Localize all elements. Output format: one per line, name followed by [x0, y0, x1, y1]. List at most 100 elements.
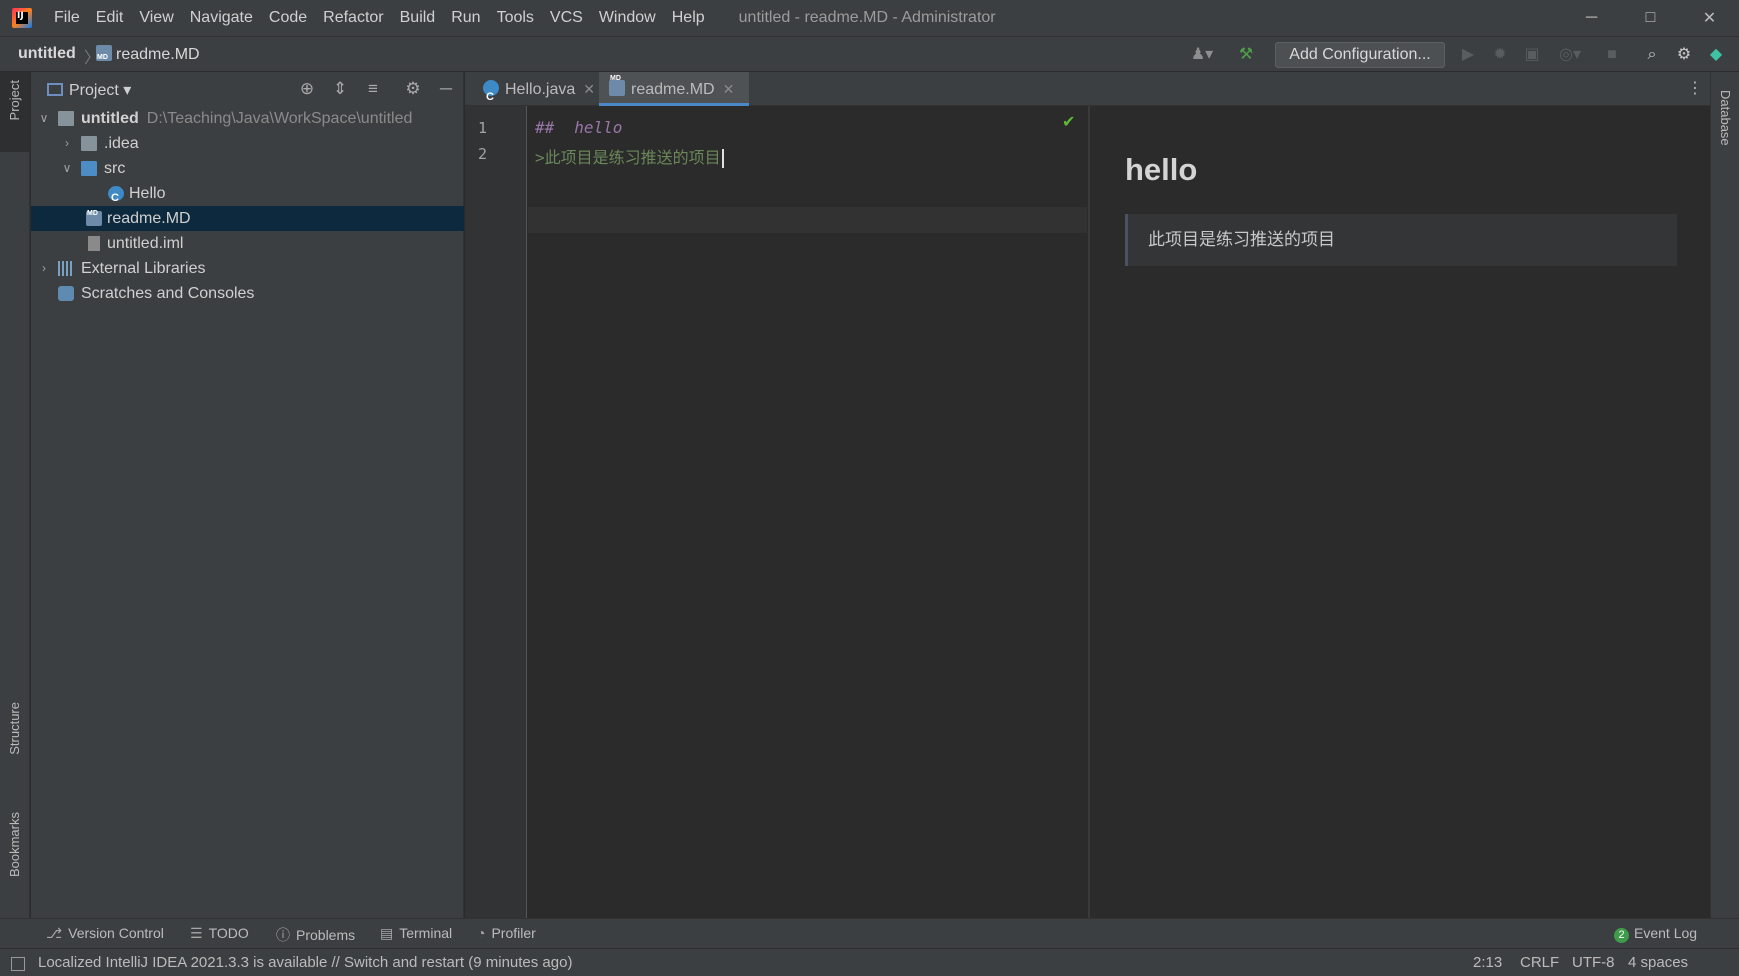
close-icon[interactable]: ✕ — [723, 81, 735, 97]
tab-label: readme.MD — [631, 81, 715, 98]
debug-icon[interactable]: ✹ — [1490, 45, 1510, 65]
tool-label: Problems — [296, 927, 356, 943]
tool-label: Event Log — [1634, 925, 1698, 941]
title-bar: IJ File Edit View Navigate Code Refactor… — [0, 0, 1739, 36]
tool-label: TODO — [208, 925, 249, 941]
tool-label: Terminal — [399, 925, 453, 941]
markdown-heading-text: hello — [574, 118, 623, 137]
left-tool-strip: Project Structure Bookmarks — [0, 72, 30, 918]
todo-tool[interactable]: ☰ TODO — [190, 925, 249, 942]
add-configuration-button[interactable]: Add Configuration... — [1275, 42, 1445, 68]
minimize-icon[interactable]: ─ — [1562, 0, 1621, 36]
indent-setting[interactable]: 4 spaces — [1628, 954, 1688, 971]
tree-item-src[interactable]: ∨ src — [31, 156, 464, 181]
code-line-1[interactable]: ## hello — [535, 118, 622, 137]
menu-run[interactable]: Run — [443, 0, 488, 36]
maximize-icon[interactable]: □ — [1621, 0, 1680, 36]
locate-icon[interactable]: ⊕ — [297, 79, 317, 99]
menu-file[interactable]: File — [46, 0, 88, 36]
menu-navigate[interactable]: Navigate — [182, 0, 261, 36]
markdown-blockquote-text: >此项目是练习推送的项目 — [535, 148, 721, 167]
editor-gutter: 1 2 — [465, 106, 527, 918]
gear-icon[interactable]: ⚙ — [1674, 45, 1694, 65]
chevron-right-icon[interactable]: › — [60, 131, 74, 156]
menu-window[interactable]: Window — [591, 0, 664, 36]
bottom-tool-bar: ⎇ Version Control ☰ TODO ⓘ Problems ▤ Termin… — [0, 918, 1739, 948]
database-tool-tab[interactable]: Database — [1718, 90, 1733, 146]
tree-item-label: readme.MD — [107, 210, 191, 227]
toggle-tool-windows-icon[interactable] — [11, 957, 25, 971]
markdown-preview: hello 此项目是练习推送的项目 — [1088, 106, 1709, 918]
menu-edit[interactable]: Edit — [88, 0, 132, 36]
chevron-down-icon[interactable]: ∨ — [60, 156, 74, 181]
module-file-icon — [88, 236, 100, 251]
chevron-down-icon[interactable]: ∨ — [37, 106, 51, 131]
close-icon[interactable]: ✕ — [1680, 0, 1739, 36]
tree-item-root[interactable]: ∨ untitled D:\Teaching\Java\WorkSpace\unt… — [31, 106, 464, 131]
profiler-tool[interactable]: ◔ Profiler — [477, 925, 536, 941]
tree-item-readme[interactable]: readme.MD — [31, 201, 464, 231]
build-hammer-icon[interactable]: ⚒ — [1236, 45, 1256, 65]
run-icon[interactable]: ▶ — [1458, 45, 1478, 65]
close-icon[interactable]: ✕ — [583, 81, 595, 97]
window-title: untitled - readme.MD - Administrator — [738, 9, 996, 26]
version-control-tool[interactable]: ⎇ Version Control — [46, 925, 164, 942]
tab-readme-md[interactable]: readme.MD ✕ — [599, 62, 749, 106]
chevron-right-icon[interactable]: › — [37, 256, 51, 281]
menu-refactor[interactable]: Refactor — [315, 0, 391, 36]
tree-item-iml[interactable]: untitled.iml — [31, 231, 464, 256]
caret-position[interactable]: 2:13 — [1473, 954, 1502, 971]
tree-item-label: untitled.iml — [107, 235, 184, 252]
terminal-tool[interactable]: ▤ Terminal — [380, 925, 452, 942]
collapse-all-icon[interactable]: ≡ — [363, 79, 383, 99]
code-with-me-icon[interactable]: ◆ — [1706, 45, 1726, 65]
stop-icon[interactable]: ■ — [1602, 45, 1622, 65]
root-label: untitled — [81, 110, 139, 127]
tree-item-scratches[interactable]: Scratches and Consoles — [31, 281, 464, 306]
text-caret — [721, 149, 724, 168]
problems-tool[interactable]: ⓘ Problems — [276, 925, 355, 945]
breadcrumb-file-label: readme.MD — [116, 46, 200, 63]
code-line-2[interactable]: >此项目是练习推送的项目 — [535, 144, 724, 168]
bookmarks-tool-tab[interactable]: Bookmarks — [7, 812, 22, 877]
project-panel-header: Project ▾ ⊕ ⇕ ≡ ⚙ ─ — [31, 72, 464, 106]
project-view-selector[interactable]: Project ▾ — [47, 80, 131, 100]
menu-build[interactable]: Build — [392, 0, 444, 36]
structure-tool-tab[interactable]: Structure — [7, 702, 22, 755]
terminal-icon: ▤ — [380, 925, 394, 941]
hide-panel-icon[interactable]: ─ — [436, 79, 456, 99]
tree-item-external-libraries[interactable]: › External Libraries — [31, 256, 464, 281]
library-icon — [58, 261, 74, 276]
menu-view[interactable]: View — [131, 0, 181, 36]
tool-label: Version Control — [68, 925, 164, 941]
menu-vcs[interactable]: VCS — [542, 0, 591, 36]
status-message[interactable]: Localized IntelliJ IDEA 2021.3.3 is avai… — [38, 954, 572, 971]
gear-icon[interactable]: ⚙ — [403, 79, 423, 99]
java-class-icon — [483, 80, 499, 114]
file-encoding[interactable]: UTF-8 — [1572, 954, 1615, 971]
folder-icon — [58, 111, 74, 126]
coverage-icon[interactable]: ▣ — [1522, 45, 1542, 65]
source-folder-icon — [81, 161, 97, 176]
project-icon — [47, 82, 63, 96]
current-line-highlight — [528, 207, 1087, 233]
breadcrumb-file[interactable]: readme.MD — [96, 45, 200, 64]
user-dropdown-icon[interactable]: ♟▾ — [1186, 45, 1218, 65]
profile-dropdown-icon[interactable]: ◎▾ — [1554, 45, 1586, 65]
line-number: 1 — [477, 119, 487, 137]
event-log-tool[interactable]: 2 Event Log — [1614, 925, 1697, 943]
project-tool-tab[interactable]: Project — [7, 80, 22, 120]
menu-tools[interactable]: Tools — [489, 0, 542, 36]
menu-code[interactable]: Code — [261, 0, 315, 36]
profiler-icon: ◔ — [477, 925, 486, 941]
tree-item-idea[interactable]: › .idea — [31, 131, 464, 156]
menu-help[interactable]: Help — [664, 0, 713, 36]
project-panel: Project ▾ ⊕ ⇕ ≡ ⚙ ─ ∨ untitled D:\Teachin… — [31, 72, 464, 918]
expand-all-icon[interactable]: ⇕ — [330, 79, 350, 99]
tab-hello-java[interactable]: Hello.java ✕ — [473, 72, 597, 114]
breadcrumb-project[interactable]: untitled — [18, 45, 76, 63]
inspection-ok-check-icon[interactable]: ✔ — [1062, 112, 1075, 132]
more-options-icon[interactable]: ⋮ — [1685, 79, 1705, 99]
search-icon[interactable]: ⌕ — [1642, 45, 1662, 65]
line-separator[interactable]: CRLF — [1520, 954, 1559, 971]
